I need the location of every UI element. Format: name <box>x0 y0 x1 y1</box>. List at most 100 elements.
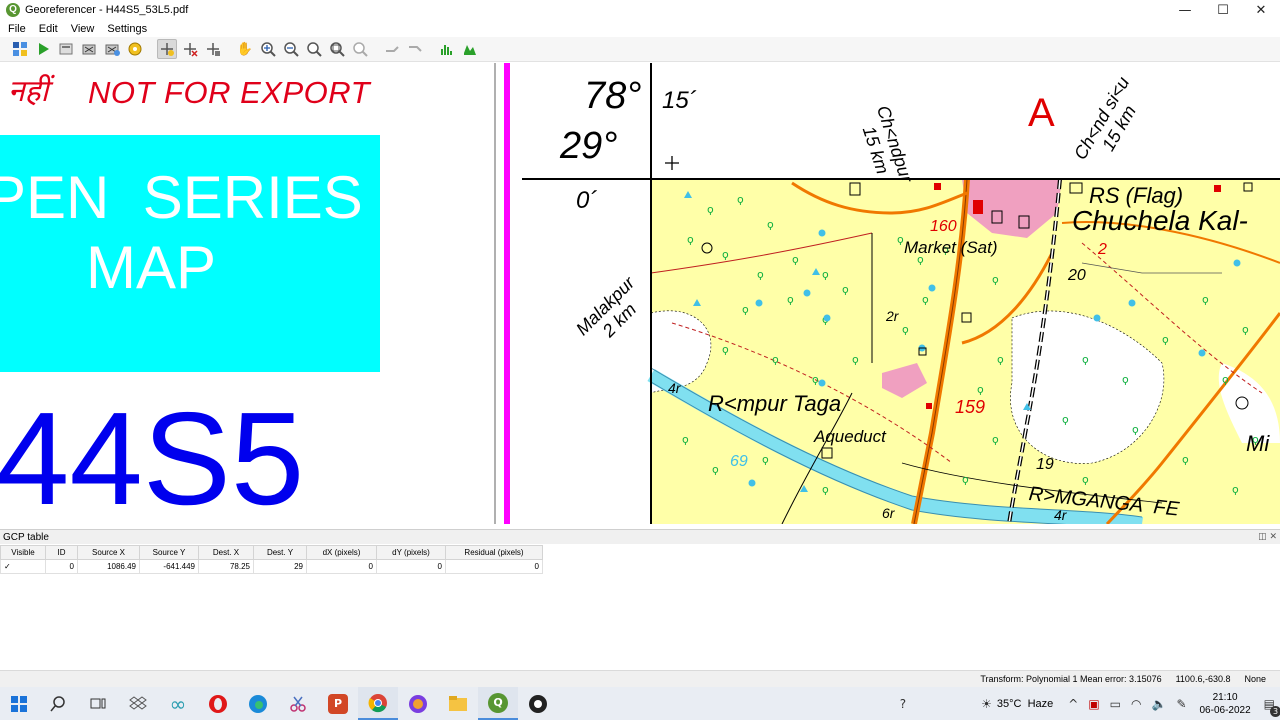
svg-text:ϙ: ϙ <box>707 203 714 216</box>
opera-icon[interactable] <box>198 687 238 720</box>
visible-checkbox[interactable]: ✓ <box>0 559 46 574</box>
svg-text:ϙ: ϙ <box>1202 293 1209 306</box>
taskbar: ∞ P Q ? ☀ 35°C Haze ^ ▣ ▭ ◠ 🔈 ✎ 21:10 06… <box>0 687 1280 720</box>
infinity-icon[interactable]: ∞ <box>158 687 198 720</box>
svg-text:ϙ: ϙ <box>812 373 819 386</box>
menu-edit[interactable]: Edit <box>31 23 63 35</box>
pan-icon[interactable]: ✋ <box>235 39 255 59</box>
qgis-icon[interactable]: Q <box>478 687 518 720</box>
pen-icon[interactable]: ✎ <box>1176 697 1186 711</box>
chuchela-label: Chuchela Kal- <box>1072 205 1248 236</box>
crs-status[interactable]: None <box>1244 674 1266 684</box>
transformation-settings-icon[interactable] <box>125 39 145 59</box>
svg-text:ϙ: ϙ <box>1182 453 1189 466</box>
snipping-tool-icon[interactable] <box>278 687 318 720</box>
menu-view[interactable]: View <box>63 23 100 35</box>
svg-text:ϙ: ϙ <box>722 248 729 261</box>
source-raster-canvas[interactable]: नहीं NOT FOR EXPORT PEN SERIES MAP 44S5 <box>0 63 458 524</box>
col-dest-x[interactable]: Dest. X <box>198 545 254 560</box>
mi-label: Mi <box>1246 431 1270 456</box>
spot-height-2: 2 <box>1098 241 1107 258</box>
col-source-x[interactable]: Source X <box>77 545 140 560</box>
svg-text:ϙ: ϙ <box>1222 373 1229 386</box>
sheet-number: 44S5 <box>0 385 305 525</box>
delete-point-icon[interactable] <box>180 39 200 59</box>
task-view-icon[interactable] <box>78 687 118 720</box>
menu-file[interactable]: File <box>0 23 31 35</box>
obs-icon[interactable] <box>518 687 558 720</box>
svg-text:ϙ: ϙ <box>1082 473 1089 486</box>
search-icon[interactable] <box>38 687 78 720</box>
load-gcp-icon[interactable] <box>79 39 99 59</box>
coordinate-readout: 1100.6,-630.8 <box>1175 674 1231 684</box>
windows-start-icon[interactable] <box>0 687 38 720</box>
col-dest-y[interactable]: Dest. Y <box>253 545 307 560</box>
svg-text:ϙ: ϙ <box>772 353 779 366</box>
col-residual[interactable]: Residual (pixels) <box>445 545 543 560</box>
cell-source-x[interactable]: 1086.49 <box>77 559 140 574</box>
close-button[interactable]: ✕ <box>1242 0 1280 20</box>
cell-dest-x[interactable]: 78.25 <box>198 559 254 574</box>
aqueduct-label: Aqueduct <box>814 427 886 446</box>
link-georef-to-qgis-icon[interactable] <box>382 39 402 59</box>
minimize-button[interactable]: — <box>1166 0 1204 20</box>
powerpoint-icon[interactable]: P <box>318 687 358 720</box>
window-title: Georeferencer - H44S5_53L5.pdf <box>25 4 189 16</box>
firefox-dev-icon[interactable] <box>398 687 438 720</box>
link-qgis-to-georef-icon[interactable] <box>405 39 425 59</box>
georeferenced-map-canvas[interactable]: ϙϙϙ ϙϙϙ ϙϙϙ ϙϙϙ ϙϙϙ ϙϙϙ ϙϙϙ ϙϙϙ ϙϙϙ ϙϙϙ … <box>522 63 1280 524</box>
svg-text:ϙ: ϙ <box>712 463 719 476</box>
weather-icon[interactable]: ☀ <box>981 697 992 711</box>
zoom-next-icon[interactable] <box>350 39 370 59</box>
col-dx[interactable]: dX (pixels) <box>306 545 377 560</box>
cell-dx: 0 <box>306 559 377 574</box>
sheet-letter: A <box>1028 91 1055 135</box>
zoom-to-layer-icon[interactable] <box>304 39 324 59</box>
move-point-icon[interactable] <box>203 39 223 59</box>
edge-icon[interactable] <box>238 687 278 720</box>
label-2r: 2r <box>886 308 899 324</box>
col-id[interactable]: ID <box>45 545 78 560</box>
chrome-icon[interactable] <box>358 687 398 720</box>
zoom-out-icon[interactable] <box>281 39 301 59</box>
market-label: Market (Sat) <box>904 238 998 257</box>
file-explorer-icon[interactable] <box>438 687 478 720</box>
maximize-button[interactable]: ☐ <box>1204 0 1242 20</box>
col-dy[interactable]: dY (pixels) <box>376 545 446 560</box>
help-icon[interactable]: ? <box>900 697 906 711</box>
battery-icon[interactable]: ▭ <box>1110 697 1121 711</box>
add-point-icon[interactable] <box>157 39 177 59</box>
table-row[interactable]: ✓ 0 1086.49 -641.449 78.25 29 0 0 0 <box>0 559 543 574</box>
col-visible[interactable]: Visible <box>0 545 46 560</box>
weather-status[interactable]: 35°C Haze <box>997 698 1053 710</box>
notification-icon[interactable]: ▤ 3 <box>1264 697 1280 717</box>
tray-app-icon[interactable]: ▣ <box>1088 697 1099 711</box>
volume-icon[interactable]: 🔈 <box>1151 697 1166 711</box>
menu-settings[interactable]: Settings <box>99 23 152 35</box>
svg-text:ϙ: ϙ <box>757 268 764 281</box>
zoom-last-icon[interactable] <box>327 39 347 59</box>
dock-controls[interactable]: ◫ ✕ <box>1258 532 1277 542</box>
local-histogram-stretch-icon[interactable] <box>460 39 480 59</box>
svg-text:ϙ: ϙ <box>1132 423 1139 436</box>
clock[interactable]: 21:10 06-06-2022 <box>1200 691 1251 717</box>
col-source-y[interactable]: Source Y <box>139 545 199 560</box>
map-border-strip <box>496 63 522 524</box>
zoom-in-icon[interactable] <box>258 39 278 59</box>
gcp-table-title-bar: GCP table ◫ ✕ <box>0 530 1280 544</box>
title-bar: Q Georeferencer - H44S5_53L5.pdf — ☐ ✕ <box>0 0 1280 20</box>
dropbox-icon[interactable] <box>118 687 158 720</box>
hindi-label: नहीं <box>8 74 49 109</box>
open-raster-icon[interactable] <box>10 39 30 59</box>
longitude-minutes: 15´ <box>662 87 697 114</box>
show-hidden-icons-icon[interactable]: ^ <box>1068 697 1078 711</box>
cell-source-y[interactable]: -641.449 <box>139 559 199 574</box>
cell-dest-y[interactable]: 29 <box>253 559 307 574</box>
svg-text:ϙ: ϙ <box>737 193 744 206</box>
start-georeferencing-icon[interactable] <box>33 39 53 59</box>
wifi-icon[interactable]: ◠ <box>1131 697 1141 711</box>
save-gcp-icon[interactable] <box>102 39 122 59</box>
gcp-table-panel: GCP table ◫ ✕ Visible ID Source X Source… <box>0 529 1280 670</box>
generate-gdal-script-icon[interactable] <box>56 39 76 59</box>
full-histogram-stretch-icon[interactable] <box>437 39 457 59</box>
